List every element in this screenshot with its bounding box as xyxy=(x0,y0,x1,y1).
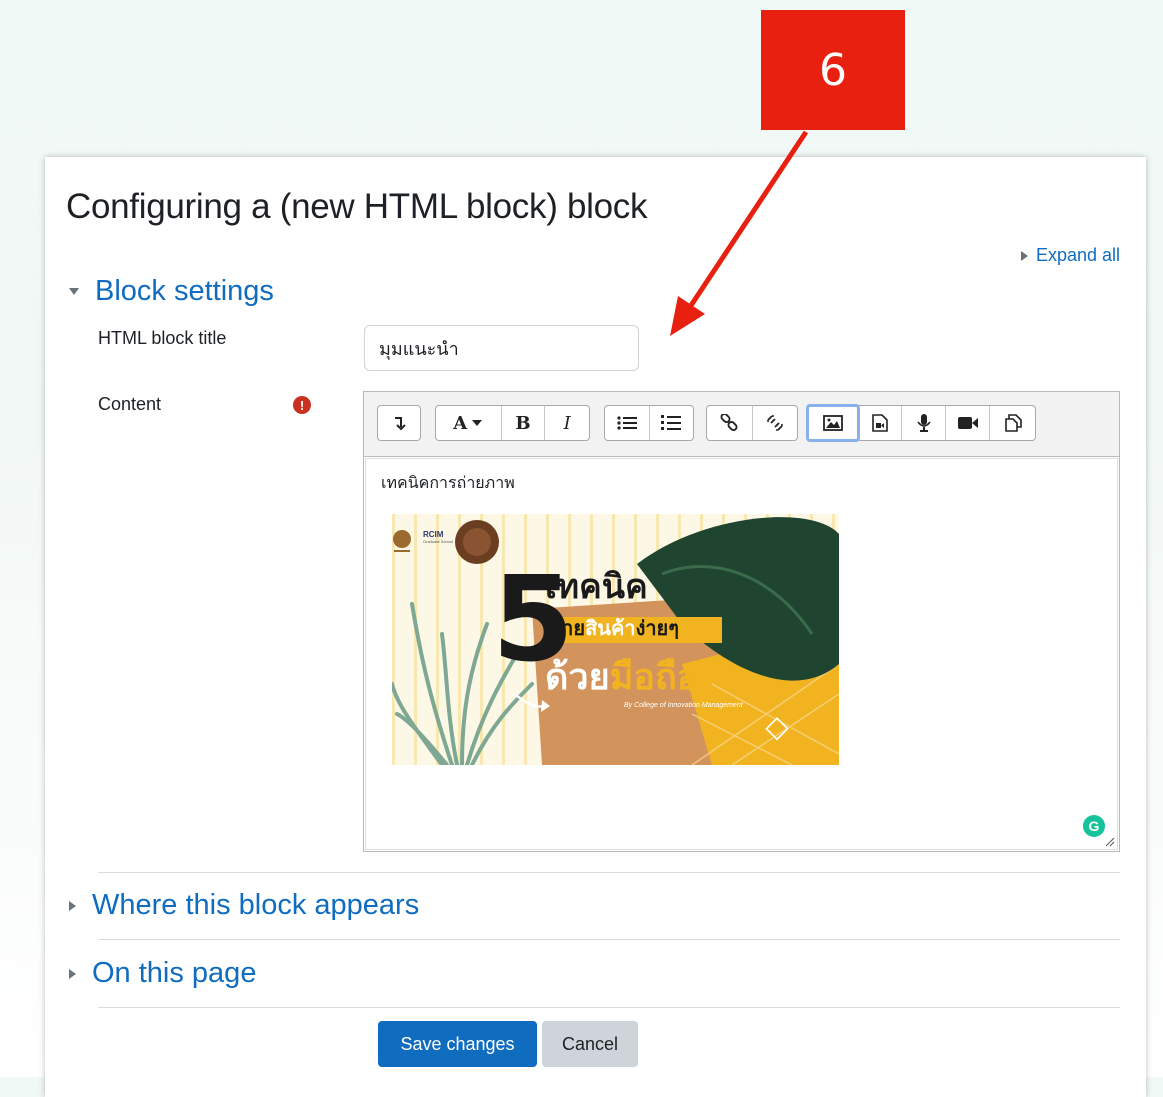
section-on-this-page[interactable]: On this page xyxy=(69,957,256,990)
expand-all-link[interactable]: Expand all xyxy=(1020,245,1120,266)
section-where-appears[interactable]: Where this block appears xyxy=(69,889,419,922)
resize-handle-icon[interactable] xyxy=(1103,835,1115,847)
required-icon: ! xyxy=(293,396,311,414)
banner-line2: ถ่ายสินค้าง่ายๆ xyxy=(550,616,680,640)
cancel-button[interactable]: Cancel xyxy=(542,1021,638,1067)
step-number: 6 xyxy=(819,44,847,96)
section-where-appears-label: Where this block appears xyxy=(92,889,420,921)
banner-logo-sub: Graduate School xyxy=(423,539,454,544)
banner-line1: เทคนิค xyxy=(545,567,648,607)
title-label: HTML block title xyxy=(98,328,227,348)
italic-icon[interactable]: I xyxy=(545,406,589,440)
block-title-input[interactable] xyxy=(364,325,639,371)
font-style-icon[interactable]: A xyxy=(436,406,502,440)
save-changes-button[interactable]: Save changes xyxy=(378,1021,537,1067)
link-icon[interactable] xyxy=(707,406,753,440)
section-block-settings[interactable]: Block settings xyxy=(69,275,274,308)
expand-all-label: Expand all xyxy=(1035,245,1120,265)
unlink-icon[interactable] xyxy=(753,406,798,440)
content-label: Content xyxy=(98,394,162,414)
section-on-this-page-label: On this page xyxy=(92,957,257,989)
banner-line3: ด้วยมือถือ xyxy=(545,657,699,698)
banner-logo-text: RCIM xyxy=(423,530,444,539)
editor-toolbar: A B I xyxy=(364,392,1119,457)
manage-files-icon[interactable] xyxy=(990,406,1035,440)
image-icon[interactable] xyxy=(806,404,860,442)
caret-down-icon xyxy=(69,288,79,295)
embedded-banner-image[interactable]: RCIM Graduate School 5 เทคนิค ถ่ายสินค้า… xyxy=(392,514,839,765)
bold-icon[interactable]: B xyxy=(502,406,546,440)
content-text: เทคนิคการถ่ายภาพ xyxy=(381,473,515,492)
record-video-icon[interactable] xyxy=(946,406,990,440)
media-icon[interactable] xyxy=(858,406,902,440)
step-number-badge: 6 xyxy=(761,10,905,130)
editor-content-area[interactable]: เทคนิคการถ่ายภาพ RCIM Graduate School 5 … xyxy=(365,458,1118,850)
banner-byline: By College of Innovation Management xyxy=(624,702,743,709)
grammarly-icon[interactable]: G xyxy=(1083,815,1105,837)
ordered-list-icon[interactable] xyxy=(650,406,694,440)
divider xyxy=(98,939,1120,940)
record-audio-icon[interactable] xyxy=(902,406,946,440)
block-config-dialog: Configuring a (new HTML block) block Exp… xyxy=(45,157,1146,1097)
collapse-icon[interactable] xyxy=(378,406,420,440)
caret-right-icon xyxy=(69,968,76,979)
atto-editor: A B I เทคนิคการถ่ายภาพ RCIM Graduate Sch… xyxy=(363,391,1120,852)
caret-right-icon xyxy=(1020,250,1028,261)
caret-right-icon xyxy=(69,900,76,911)
divider xyxy=(98,872,1120,873)
section-block-settings-label: Block settings xyxy=(95,275,274,307)
unordered-list-icon[interactable] xyxy=(605,406,650,440)
page-title: Configuring a (new HTML block) block xyxy=(66,187,648,226)
divider xyxy=(98,1007,1120,1008)
